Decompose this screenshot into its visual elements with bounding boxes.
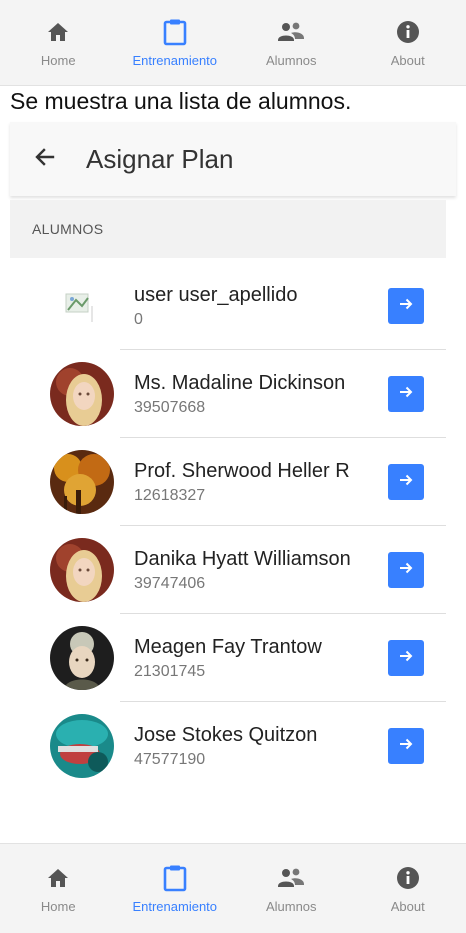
- bottom-tab-bar: Home Entrenamiento Alumnos About: [0, 843, 466, 933]
- list-item[interactable]: Jose Stokes Quitzon 47577190: [10, 702, 446, 790]
- student-name: Prof. Sherwood Heller R: [134, 459, 350, 482]
- home-icon: [43, 17, 73, 47]
- people-icon: [276, 17, 306, 47]
- tab-about[interactable]: About: [350, 0, 466, 85]
- assign-button[interactable]: [388, 376, 424, 412]
- tab-alumnos[interactable]: Alumnos: [233, 844, 350, 933]
- assign-button[interactable]: [388, 552, 424, 588]
- tab-about[interactable]: About: [350, 844, 466, 933]
- tab-label-alumnos: Alumnos: [265, 53, 317, 68]
- tab-entrenamiento[interactable]: Entrenamiento: [117, 844, 234, 933]
- tab-label-home: Home: [40, 899, 76, 914]
- avatar: [50, 538, 114, 602]
- broken-image-icon: [50, 274, 114, 338]
- student-list: user user_apellido 0 Ms. Madaline Dickin…: [10, 262, 446, 790]
- student-document: 39747406: [134, 574, 206, 592]
- people-icon: [276, 863, 306, 893]
- student-name: user user_apellido: [134, 283, 298, 306]
- info-icon: [393, 17, 423, 47]
- tab-label-entrenamiento: Entrenamiento: [132, 899, 218, 914]
- tab-home[interactable]: Home: [0, 0, 117, 85]
- student-name: Danika Hyatt Williamson: [134, 547, 351, 570]
- arrow-back-icon: [33, 145, 57, 174]
- top-tab-bar: Home Entrenamiento Alumnos About: [0, 0, 466, 86]
- arrow-forward-icon: [398, 736, 414, 757]
- avatar: [50, 450, 114, 514]
- tab-label-entrenamiento: Entrenamiento: [132, 53, 218, 68]
- list-item[interactable]: Danika Hyatt Williamson 39747406: [10, 526, 446, 614]
- list-item[interactable]: Prof. Sherwood Heller R 12618327: [10, 438, 446, 526]
- student-document: 39507668: [134, 398, 206, 416]
- page-header: Asignar Plan: [10, 122, 456, 196]
- assign-button[interactable]: [388, 640, 424, 676]
- clipboard-icon: [160, 863, 190, 893]
- list-item[interactable]: Meagen Fay Trantow 21301745: [10, 614, 446, 702]
- clipboard-icon: [160, 17, 190, 47]
- tab-alumnos[interactable]: Alumnos: [233, 0, 350, 85]
- student-document: 0: [134, 310, 143, 328]
- arrow-forward-icon: [398, 384, 414, 405]
- info-icon: [393, 863, 423, 893]
- back-button[interactable]: [10, 122, 80, 196]
- assign-button[interactable]: [388, 288, 424, 324]
- list-header: ALUMNOS: [10, 200, 446, 258]
- tab-label-about: About: [390, 53, 425, 68]
- arrow-forward-icon: [398, 560, 414, 581]
- arrow-forward-icon: [398, 648, 414, 669]
- student-name: Jose Stokes Quitzon: [134, 723, 318, 746]
- assign-button[interactable]: [388, 464, 424, 500]
- tab-label-alumnos: Alumnos: [265, 899, 317, 914]
- tab-label-home: Home: [40, 53, 76, 68]
- home-icon: [43, 863, 73, 893]
- student-name: Ms. Madaline Dickinson: [134, 371, 346, 394]
- list-item[interactable]: Ms. Madaline Dickinson 39507668: [10, 350, 446, 438]
- tab-home[interactable]: Home: [0, 844, 117, 933]
- avatar: [50, 362, 114, 426]
- list-item[interactable]: user user_apellido 0: [10, 262, 446, 350]
- student-document: 12618327: [134, 486, 206, 504]
- arrow-forward-icon: [398, 296, 414, 317]
- tab-entrenamiento[interactable]: Entrenamiento: [117, 0, 234, 85]
- avatar: [50, 714, 114, 778]
- student-name: Meagen Fay Trantow: [134, 635, 322, 658]
- caption-text: Se muestra una lista de alumnos.: [10, 88, 352, 114]
- arrow-forward-icon: [398, 472, 414, 493]
- student-document: 47577190: [134, 750, 206, 768]
- tab-label-about: About: [390, 899, 425, 914]
- page-title: Asignar Plan: [86, 143, 234, 174]
- student-document: 21301745: [134, 662, 206, 680]
- avatar: [50, 626, 114, 690]
- assign-button[interactable]: [388, 728, 424, 764]
